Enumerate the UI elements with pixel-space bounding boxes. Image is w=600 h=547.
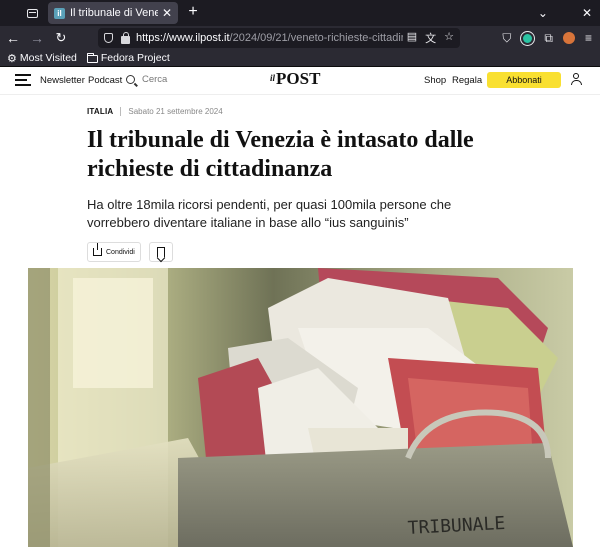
article-actions: Condividi (87, 242, 507, 262)
article-headline: Il tribunale di Venezia è intasato dalle… (87, 127, 474, 182)
logo-main-text: POST (276, 69, 321, 88)
subscribe-button[interactable]: Abbonati (487, 72, 561, 88)
extensions-icon[interactable]: ⧉ (544, 31, 553, 46)
bookmark-most-visited[interactable]: ⚙ Most Visited (7, 52, 77, 65)
new-tab-button[interactable]: + (184, 3, 202, 21)
account-avatar[interactable] (521, 31, 535, 45)
active-tab[interactable]: il Il tribunale di Venezia è in ✕ (48, 2, 178, 24)
url-host: https://www.ilpost.it (136, 32, 230, 44)
save-article-button[interactable] (148, 242, 173, 262)
nav-podcast-link[interactable]: Podcast (88, 75, 122, 86)
hamburger-menu-icon[interactable] (15, 74, 31, 86)
bookmarks-toolbar: ⚙ Most Visited Fedora Project (0, 50, 600, 67)
tracking-shield-icon[interactable] (104, 33, 113, 43)
il-post-logo[interactable]: il POST (270, 69, 320, 89)
user-account-icon[interactable] (569, 73, 583, 87)
bookmark-label: Most Visited (19, 52, 77, 64)
extension-icon[interactable] (562, 32, 575, 44)
back-button[interactable]: ← (3, 30, 23, 46)
meta-divider (120, 107, 122, 116)
url-text[interactable]: https://www.ilpost.it/2024/09/21/veneto-… (136, 32, 403, 44)
article-hero-image: TRIBUNALE (28, 268, 573, 547)
article-meta: ITALIA Sabato 21 settembre 2024 (87, 107, 507, 116)
article-header: ITALIA Sabato 21 settembre 2024 Il tribu… (87, 107, 507, 262)
article-date: Sabato 21 settembre 2024 (128, 107, 223, 116)
reload-button[interactable]: ↻ (51, 30, 71, 46)
share-button[interactable]: Condividi (87, 242, 141, 262)
logo-small-text: il (270, 73, 276, 83)
web-page: Newsletter Podcast Cerca il POST Shop Re… (0, 67, 600, 547)
tab-list-button[interactable] (22, 3, 42, 23)
url-path: /2024/09/21/veneto-richieste-cittadinanz… (229, 32, 403, 44)
folder-icon (86, 52, 98, 63)
browser-nav-bar: ← → ↻ https://www.ilpost.it/2024/09/21/v… (0, 26, 600, 50)
browser-tab-bar: il Il tribunale di Venezia è in ✕ + ⌄ ✕ (0, 0, 600, 26)
site-favicon-icon: il (54, 7, 65, 19)
tab-overflow-chevron-icon[interactable]: ⌄ (538, 6, 548, 20)
bookmark-label: Fedora Project (100, 52, 170, 64)
search-icon (126, 75, 135, 84)
gift-link[interactable]: Regala (452, 75, 482, 86)
article-subtitle: Ha oltre 18mila ricorsi pendenti, per qu… (87, 197, 452, 230)
translate-icon[interactable]: 文 (425, 30, 436, 46)
window-close-icon[interactable]: ✕ (582, 6, 592, 20)
shop-link[interactable]: Shop (424, 75, 446, 86)
forward-button[interactable]: → (27, 30, 47, 46)
share-label: Condividi (106, 248, 135, 256)
tab-title: Il tribunale di Venezia è in (70, 7, 158, 19)
bookmark-star-icon[interactable]: ☆ (444, 30, 454, 46)
lock-icon[interactable] (121, 31, 130, 44)
section-label[interactable]: ITALIA (87, 107, 113, 116)
bookmark-fedora-project[interactable]: Fedora Project (86, 52, 170, 64)
gear-icon: ⚙ (7, 52, 17, 65)
share-icon (93, 243, 102, 256)
site-header: Newsletter Podcast Cerca il POST Shop Re… (0, 67, 600, 95)
search-placeholder: Cerca (142, 74, 168, 85)
tab-list-icon (26, 8, 38, 18)
site-search[interactable]: Cerca (126, 74, 167, 85)
menu-icon[interactable]: ≡ (585, 31, 592, 45)
bookmark-icon (156, 246, 165, 258)
nav-newsletter-link[interactable]: Newsletter (40, 75, 85, 86)
url-bar[interactable]: https://www.ilpost.it/2024/09/21/veneto-… (98, 28, 460, 48)
tab-close-icon[interactable]: ✕ (162, 6, 172, 20)
reader-view-icon[interactable]: ▤ (407, 30, 417, 46)
pocket-icon[interactable]: ⛉ (502, 31, 511, 46)
